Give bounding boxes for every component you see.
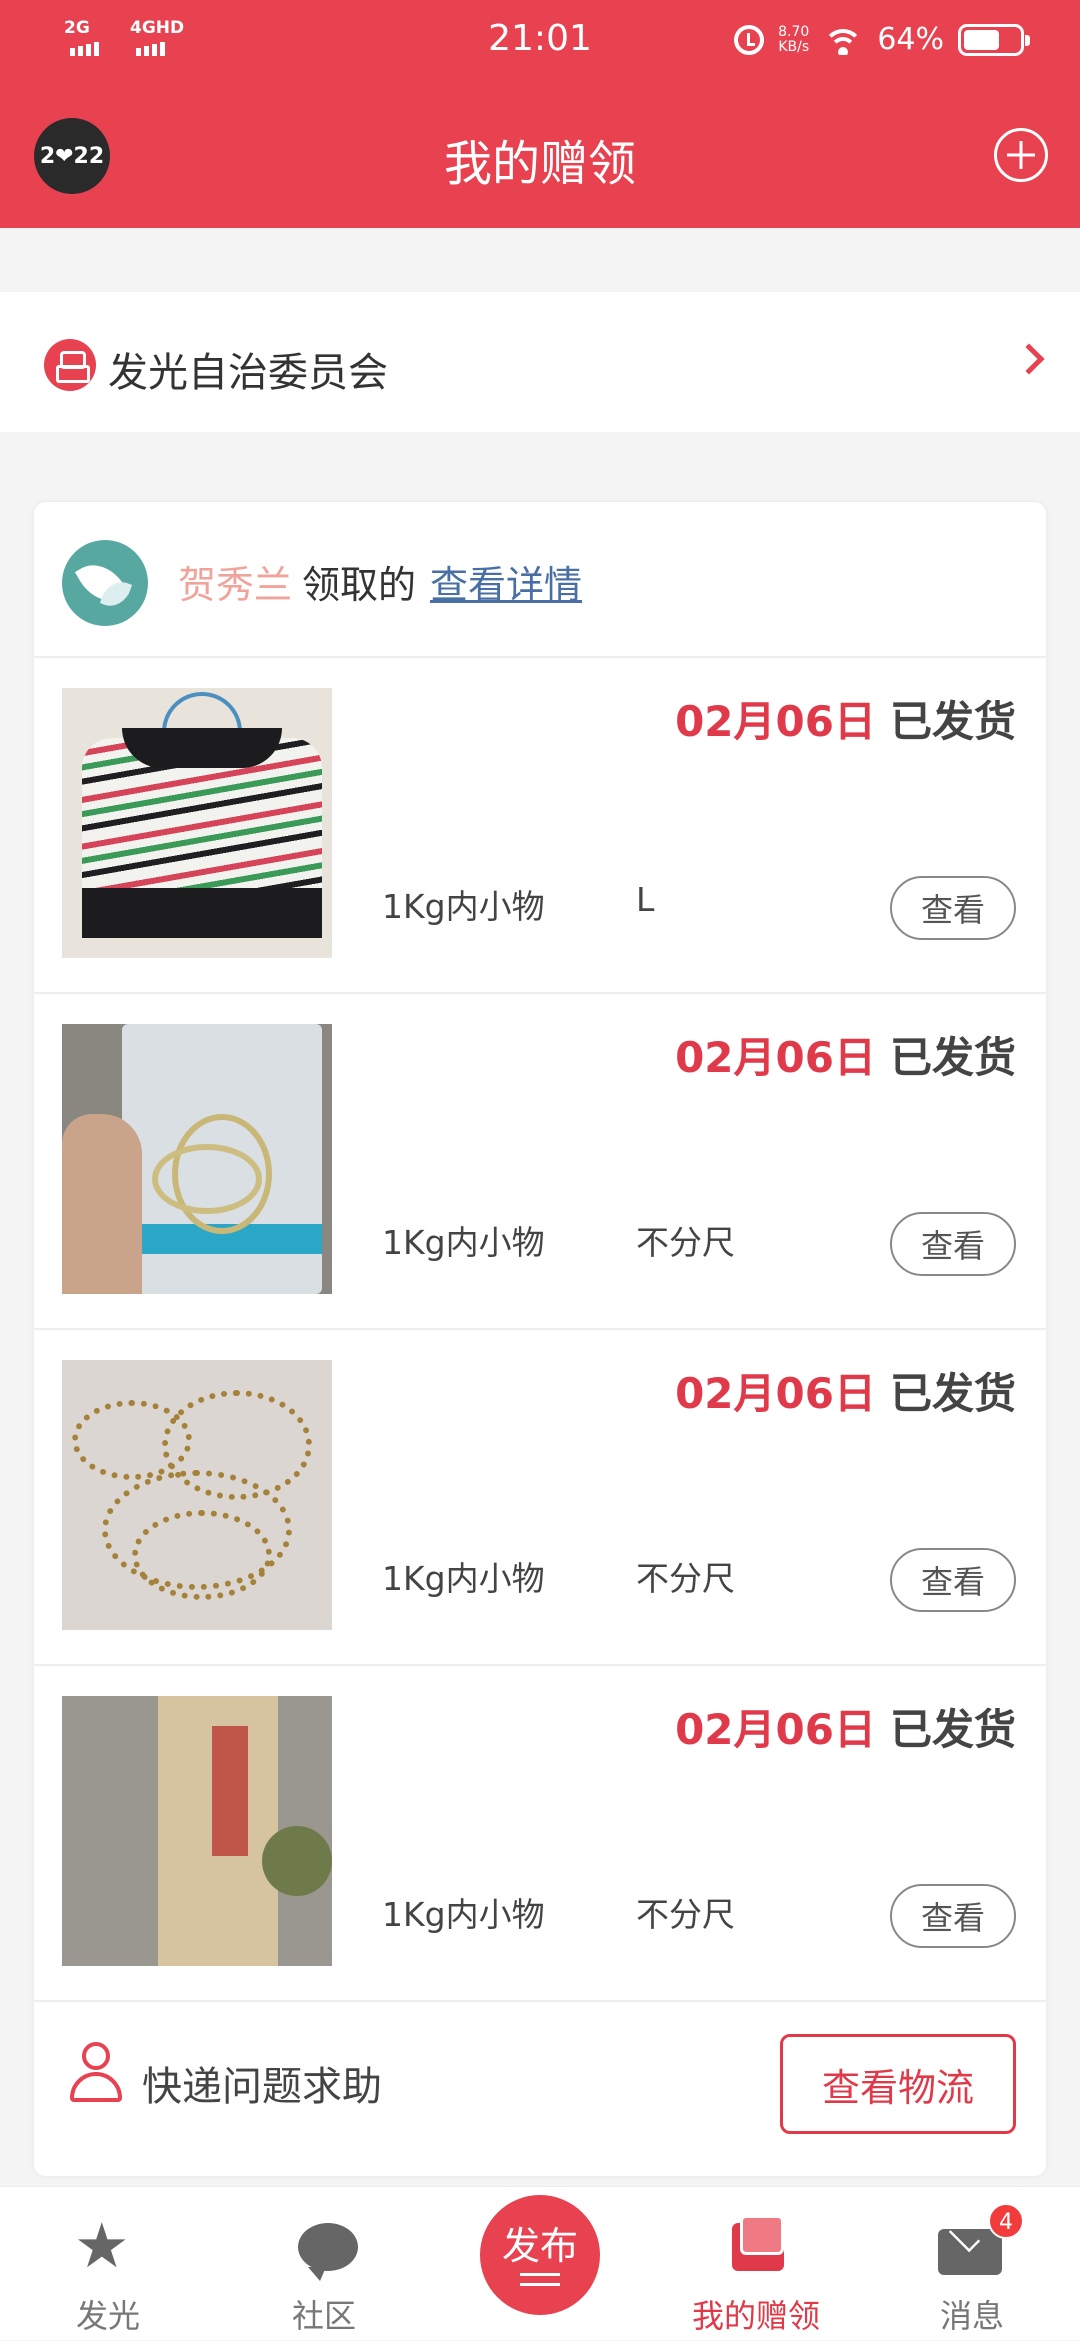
- committee-row[interactable]: 发光自治委员会: [0, 292, 1080, 432]
- item-size: 不分尺: [636, 1895, 735, 1934]
- receiver-name[interactable]: 贺秀兰: [178, 563, 292, 607]
- committee-label: 发光自治委员会: [108, 350, 388, 396]
- claim-card: 贺秀兰 领取的 查看详情 02月06日 已发货 1Kg内小物 L 查看 02月06日已…: [34, 502, 1046, 2176]
- nav-item-community[interactable]: 社区: [244, 2187, 404, 2341]
- item-photo[interactable]: [62, 1696, 332, 1966]
- gift-icon: [728, 2215, 784, 2271]
- mail-icon: [938, 2229, 1002, 2275]
- chat-icon: [298, 2223, 358, 2281]
- receiver-suffix: 领取的: [302, 563, 417, 607]
- delivery-help-link[interactable]: 快递问题求助: [142, 2054, 382, 2112]
- item-photo[interactable]: [62, 688, 332, 958]
- nav-item-messages[interactable]: 4 消息: [892, 2187, 1052, 2341]
- item-photo[interactable]: [62, 1024, 332, 1294]
- item-weight: 1Kg内小物: [382, 887, 545, 926]
- add-button[interactable]: [994, 128, 1048, 182]
- receiver-avatar[interactable]: [62, 540, 148, 626]
- view-button[interactable]: 查看: [890, 876, 1016, 940]
- item-date-status: 02月06日 已发货: [675, 1705, 1016, 1754]
- star-icon: ★: [74, 2209, 130, 2282]
- item-size: 不分尺: [636, 1559, 735, 1598]
- view-button[interactable]: 查看: [890, 1212, 1016, 1276]
- item-row: 02月06日 已发货 1Kg内小物 L 查看: [34, 658, 1046, 994]
- message-count-badge: 4: [988, 2203, 1024, 2239]
- view-button[interactable]: 查看: [890, 1548, 1016, 1612]
- item-photo[interactable]: [62, 1360, 332, 1630]
- card-header: 贺秀兰 领取的 查看详情: [34, 502, 1046, 658]
- network-speed: 8.70 KB/s: [778, 23, 810, 55]
- item-row: 02月06日 已发货 1Kg内小物 不分尺 查看: [34, 1666, 1046, 2002]
- item-size: L: [636, 880, 655, 919]
- view-details-link[interactable]: 查看详情: [430, 563, 582, 607]
- battery-icon: [958, 23, 1030, 56]
- item-row: 02月06日 已发货 1Kg内小物 不分尺 查看: [34, 994, 1046, 1330]
- item-date-status: 02月06日 已发货: [675, 1033, 1016, 1082]
- item-weight: 1Kg内小物: [382, 1559, 545, 1598]
- person-icon: [70, 2042, 122, 2102]
- publish-button[interactable]: 发布: [480, 2195, 600, 2315]
- committee-icon: [44, 339, 96, 391]
- item-weight: 1Kg内小物: [382, 1895, 545, 1934]
- item-weight: 1Kg内小物: [382, 1223, 545, 1262]
- view-logistics-button[interactable]: 查看物流: [780, 2034, 1016, 2134]
- page-title: 我的赠领: [443, 136, 636, 192]
- title-bar: 2❤22 我的赠领: [0, 84, 1080, 228]
- help-row: 快递问题求助 查看物流: [34, 2002, 1046, 2172]
- nav-item-my-gifts[interactable]: 我的赠领: [676, 2187, 836, 2341]
- item-row: 02月06日 已发货 1Kg内小物 不分尺 查看: [34, 1330, 1046, 1666]
- app-header: 2G 4GHD 21:01 8.70 KB/s 64% 2❤22 我的赠领: [0, 0, 1080, 228]
- bottom-nav: ★ 发光 社区 发布 我的赠领 4 消息: [0, 2186, 1080, 2340]
- chevron-right-icon: [1013, 343, 1045, 375]
- alarm-icon: [734, 24, 765, 55]
- nav-item-faguang[interactable]: ★ 发光: [28, 2187, 188, 2341]
- item-date-status: 02月06日 已发货: [675, 697, 1016, 746]
- battery-percent: 64%: [877, 22, 944, 57]
- wifi-icon: [823, 25, 864, 55]
- receiver-line: 贺秀兰 领取的 查看详情: [178, 554, 582, 609]
- item-date-status: 02月06日 已发货: [675, 1369, 1016, 1418]
- view-button[interactable]: 查看: [890, 1884, 1016, 1948]
- item-size: 不分尺: [636, 1223, 735, 1262]
- status-bar: 2G 4GHD 21:01 8.70 KB/s 64%: [0, 0, 1080, 84]
